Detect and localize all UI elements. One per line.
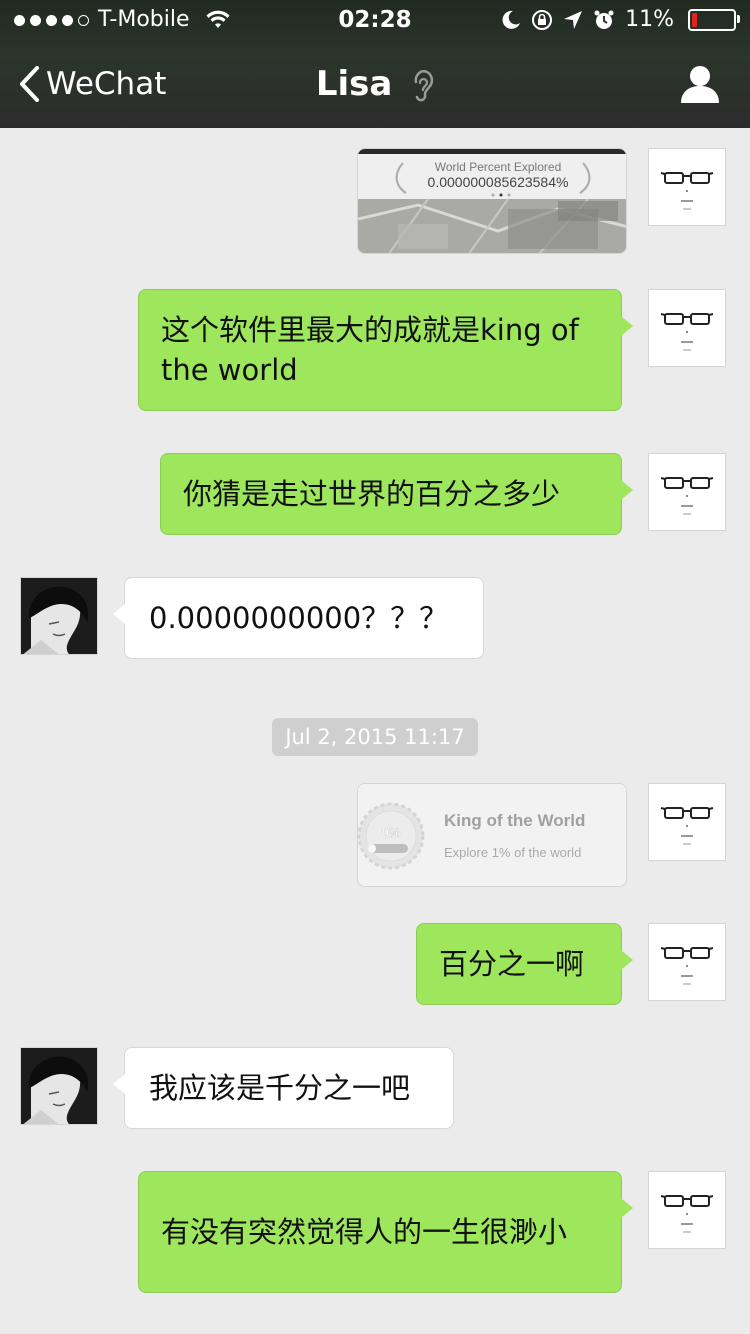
face-sketch-icon bbox=[660, 477, 714, 515]
face-sketch-icon bbox=[660, 807, 714, 845]
portrait-photo bbox=[21, 578, 97, 654]
signal-dot bbox=[62, 14, 73, 26]
message-text: 我应该是千分之一吧 bbox=[149, 1071, 411, 1105]
received-message-bubble[interactable]: 0.0000000000？？？ bbox=[113, 577, 484, 659]
face-sketch-icon bbox=[660, 313, 714, 351]
message-text: 这个软件里最大的成就是king of the world bbox=[161, 313, 579, 387]
my-avatar[interactable] bbox=[648, 148, 726, 226]
message-text: 百分之一啊 bbox=[439, 947, 585, 981]
message-text: 你猜是走过世界的百分之多少 bbox=[183, 477, 561, 511]
received-message-bubble[interactable]: 我应该是千分之一吧 bbox=[113, 1047, 454, 1129]
achievement-badge-image: 0% King of the World Explore 1% of the w… bbox=[358, 784, 626, 886]
time-divider: Jul 2, 2015 11:17 bbox=[272, 718, 478, 756]
top-bar: T-Mobile 02:28 11% WeChat Lisa bbox=[0, 0, 750, 128]
status-bar-left: T-Mobile bbox=[14, 6, 230, 34]
battery-icon bbox=[688, 9, 740, 31]
rotation-lock-icon bbox=[532, 10, 553, 30]
lisa-avatar[interactable] bbox=[20, 1047, 98, 1125]
chat-title-text: Lisa bbox=[315, 64, 393, 104]
image-caption-value: 0.000000085623584% bbox=[428, 174, 569, 190]
status-bar-right: 11% bbox=[501, 6, 740, 34]
achievement-title: King of the World bbox=[444, 811, 585, 830]
sent-message-bubble[interactable]: 百分之一啊 bbox=[416, 923, 633, 1005]
image-message[interactable]: World Percent Explored 0.000000085623584… bbox=[357, 148, 627, 254]
wifi-icon bbox=[206, 10, 230, 28]
ear-icon bbox=[414, 69, 434, 101]
signal-dot bbox=[14, 14, 25, 26]
back-button[interactable]: WeChat bbox=[18, 62, 166, 106]
message-text: 0.0000000000？？？ bbox=[149, 601, 449, 635]
my-avatar[interactable] bbox=[648, 453, 726, 531]
message-text: 有没有突然觉得人的一生很渺小 bbox=[161, 1215, 568, 1249]
my-avatar[interactable] bbox=[648, 289, 726, 367]
signal-dot bbox=[30, 14, 41, 26]
my-avatar[interactable] bbox=[648, 1171, 726, 1249]
back-label: WeChat bbox=[46, 66, 167, 102]
image-caption-title: World Percent Explored bbox=[435, 160, 562, 174]
moon-icon bbox=[502, 10, 521, 29]
battery-percent: 11% bbox=[625, 7, 674, 32]
face-sketch-icon bbox=[660, 1195, 714, 1233]
carrier-label: T-Mobile bbox=[98, 7, 190, 32]
portrait-photo bbox=[21, 1048, 97, 1124]
location-arrow-icon bbox=[564, 11, 583, 29]
chevron-left-icon bbox=[20, 66, 39, 102]
face-sketch-icon bbox=[660, 947, 714, 985]
face-sketch-icon bbox=[660, 172, 714, 210]
my-avatar[interactable] bbox=[648, 783, 726, 861]
signal-dot-empty bbox=[78, 14, 89, 26]
signal-dot bbox=[46, 14, 57, 26]
sent-message-bubble[interactable]: 有没有突然觉得人的一生很渺小 bbox=[138, 1171, 633, 1293]
map-screenshot-image: World Percent Explored 0.000000085623584… bbox=[358, 149, 626, 253]
profile-icon[interactable] bbox=[680, 64, 720, 104]
alarm-icon bbox=[594, 10, 614, 29]
achievement-subtitle: Explore 1% of the world bbox=[444, 845, 581, 860]
achievement-card[interactable]: 0% King of the World Explore 1% of the w… bbox=[357, 783, 627, 887]
battery-level bbox=[692, 13, 697, 27]
sent-message-bubble[interactable]: 这个软件里最大的成就是king of the world bbox=[138, 289, 633, 411]
lisa-avatar[interactable] bbox=[20, 577, 98, 655]
my-avatar[interactable] bbox=[648, 923, 726, 1001]
sent-message-bubble[interactable]: 你猜是走过世界的百分之多少 bbox=[160, 453, 633, 535]
badge-percent: 0% bbox=[382, 825, 401, 840]
